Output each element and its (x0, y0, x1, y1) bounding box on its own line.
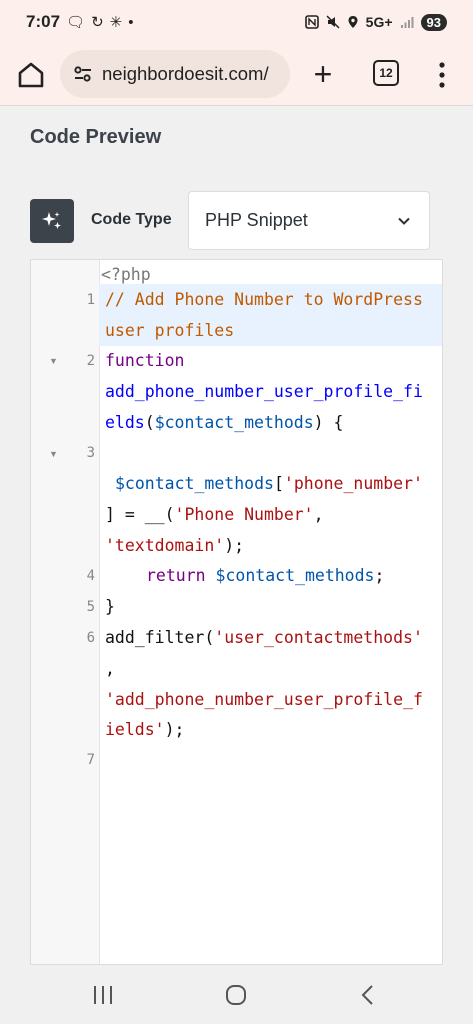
code-type-value: PHP Snippet (205, 210, 308, 230)
more-menu-icon[interactable] (432, 58, 452, 92)
nfc-icon (304, 15, 319, 29)
tab-count: 12 (379, 66, 393, 80)
line-number: 5 (86, 599, 95, 615)
home-nav-icon[interactable] (221, 981, 251, 1009)
code-line-3b: ] = __('Phone Number', (105, 505, 324, 524)
status-bar: 7:07 🗨 ↻ ✳ • 5G+ 93 (0, 0, 473, 44)
code-line-2c: elds($contact_methods) { (105, 413, 344, 432)
new-tab-icon[interactable]: + (308, 56, 338, 92)
code-type-select[interactable]: PHP Snippet (188, 191, 430, 250)
code-line-6d: ields'); (105, 720, 185, 739)
code-line-6a: add_filter('user_contactmethods' (105, 628, 423, 647)
tab-switcher-button[interactable]: 12 (373, 60, 399, 86)
code-line-3c: 'textdomain'); (105, 536, 245, 555)
battery-indicator: 93 (420, 13, 447, 31)
line-number: 7 (86, 752, 95, 768)
network-label: 5G+ (365, 14, 393, 30)
line-number: 4 (86, 568, 95, 584)
code-line-3a: $contact_methods['phone_number' (115, 474, 423, 493)
back-icon[interactable] (353, 981, 383, 1009)
chat-bubble-icon: 🗨 (66, 14, 86, 31)
system-nav-bar (0, 965, 473, 1024)
address-bar[interactable]: neighbordoesit.com/ (60, 50, 290, 98)
php-open-tag: <?php (101, 265, 151, 284)
site-settings-icon[interactable] (72, 63, 94, 85)
code-type-label: Code Type (91, 211, 172, 228)
mute-icon (326, 15, 340, 29)
home-icon[interactable] (14, 58, 48, 92)
sync-icon: ↻ (91, 14, 104, 31)
browser-toolbar: neighbordoesit.com/ + 12 (0, 44, 473, 106)
line-number: 3 (86, 445, 95, 461)
code-line-2b: add_phone_number_user_profile_fi (105, 382, 423, 401)
fold-arrow-icon[interactable]: ▼ (49, 449, 58, 459)
status-time: 7:07 (26, 12, 61, 31)
ai-generate-button[interactable] (30, 199, 74, 243)
code-line-1b: user profiles (105, 321, 235, 340)
line-number: 2 (86, 353, 95, 369)
code-line-6b: , (105, 659, 115, 678)
code-line-2a: function (105, 351, 185, 370)
chevron-down-icon (398, 217, 410, 225)
url-text[interactable]: neighbordoesit.com/ (102, 63, 288, 85)
sparkle-icon (42, 212, 61, 229)
code-line-1a: // Add Phone Number to WordPress (105, 290, 423, 309)
status-right: 5G+ 93 (304, 13, 447, 31)
code-line-5: } (105, 597, 115, 616)
fold-arrow-icon[interactable]: ▼ (49, 356, 58, 366)
code-line-6c: 'add_phone_number_user_profile_f (105, 690, 423, 709)
signal-icon (400, 17, 414, 28)
location-icon (348, 16, 358, 28)
code-line-4: return $contact_methods; (146, 566, 385, 585)
recents-icon[interactable] (88, 981, 118, 1009)
status-left: 7:07 🗨 ↻ ✳ • (26, 12, 134, 32)
line-number: 1 (86, 292, 95, 308)
dot-icon: • (128, 13, 134, 31)
pinwheel-icon: ✳ (109, 14, 123, 31)
line-number: 6 (86, 630, 95, 646)
code-editor[interactable]: ▼ ▼ 1 2 3 4 5 6 7 <?php // Add Phone Num… (30, 259, 443, 965)
page-title: Code Preview (30, 126, 162, 148)
